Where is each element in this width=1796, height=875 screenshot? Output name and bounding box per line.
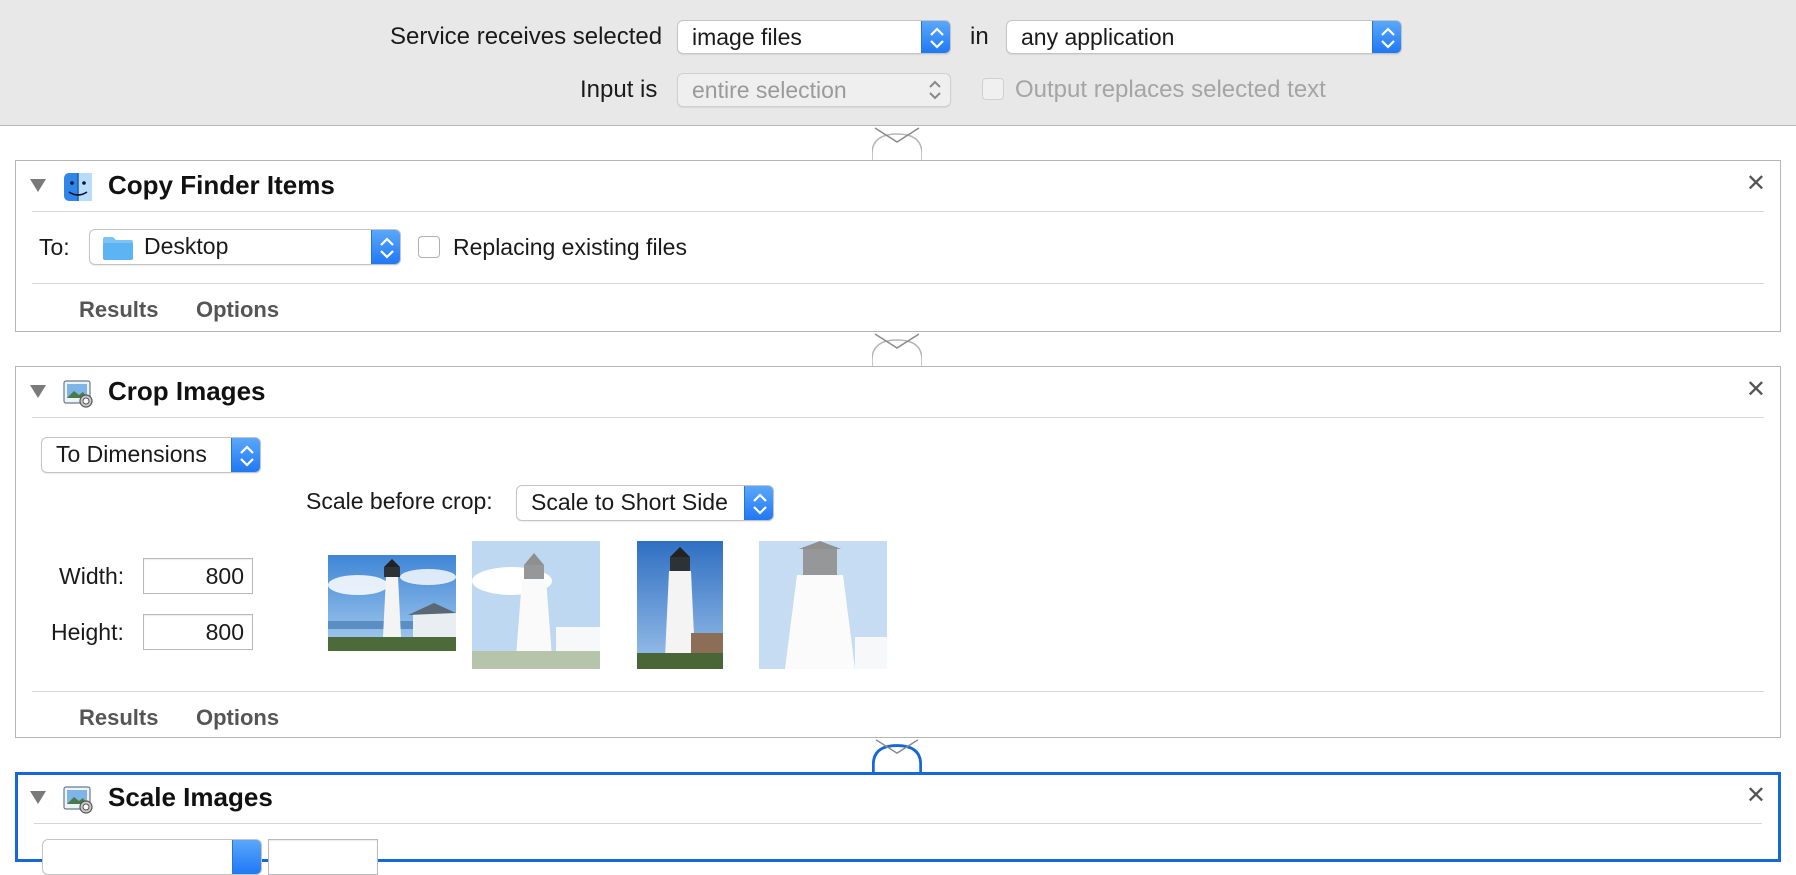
width-field[interactable]: 800	[143, 558, 253, 594]
in-label: in	[970, 23, 989, 50]
crop-preview-thumbnail	[759, 541, 887, 669]
divider	[32, 417, 1764, 418]
application-popup[interactable]: any application	[1006, 20, 1402, 54]
action-title: Copy Finder Items	[108, 170, 335, 200]
action-connector	[872, 739, 922, 774]
service-input-type-value: image files	[692, 24, 802, 50]
action-copy-finder-items[interactable]: Copy Finder Items ✕ To: Desktop Replacin…	[15, 160, 1781, 332]
tab-options[interactable]: Options	[196, 297, 279, 323]
divider	[32, 691, 1764, 692]
tab-options[interactable]: Options	[196, 705, 279, 731]
divider	[32, 283, 1764, 284]
tab-results[interactable]: Results	[79, 297, 158, 323]
crop-preview-thumbnail	[637, 541, 723, 669]
close-icon[interactable]: ✕	[1746, 171, 1766, 197]
input-is-label: Input is	[580, 76, 658, 103]
action-crop-images[interactable]: Crop Images ✕ To Dimensions Scale before…	[15, 366, 1781, 738]
popup-arrows-icon	[1372, 21, 1401, 53]
crop-mode-popup[interactable]: To Dimensions	[41, 437, 261, 473]
input-is-value: entire selection	[692, 77, 847, 103]
service-input-type-popup[interactable]: image files	[677, 20, 951, 54]
output-replaces-checkbox	[982, 78, 1004, 100]
action-connector	[872, 333, 922, 368]
popup-arrows-icon	[744, 486, 773, 520]
divider	[34, 823, 1762, 824]
destination-popup[interactable]: Desktop	[89, 229, 401, 265]
crop-mode-value: To Dimensions	[56, 441, 207, 467]
close-icon[interactable]: ✕	[1746, 377, 1766, 403]
application-value: any application	[1021, 24, 1175, 50]
service-receives-label: Service receives selected	[390, 23, 663, 50]
scale-before-crop-label: Scale before crop:	[306, 488, 493, 514]
replacing-existing-label: Replacing existing files	[453, 234, 687, 260]
preview-icon	[62, 783, 94, 815]
popup-arrows-icon	[232, 840, 261, 874]
folder-icon	[102, 235, 134, 264]
action-header: Crop Images ✕	[16, 367, 1780, 417]
action-connector	[872, 127, 922, 162]
scale-before-crop-value: Scale to Short Side	[531, 489, 728, 515]
crop-preview-thumbnail	[472, 541, 600, 669]
popup-arrows-icon	[231, 438, 260, 472]
tab-results[interactable]: Results	[79, 705, 158, 731]
finder-icon	[62, 171, 94, 203]
action-scale-images[interactable]: Scale Images ✕	[15, 772, 1781, 875]
destination-value: Desktop	[144, 233, 229, 259]
action-title: Crop Images	[108, 376, 266, 406]
scale-mode-popup[interactable]	[42, 839, 262, 875]
scale-value-field[interactable]	[268, 839, 378, 875]
action-header: Scale Images ✕	[18, 773, 1778, 823]
disclosure-triangle-icon[interactable]	[30, 179, 46, 192]
close-icon[interactable]: ✕	[1746, 783, 1766, 809]
replacing-existing-checkbox[interactable]	[418, 236, 440, 258]
action-header: Copy Finder Items ✕	[16, 161, 1780, 211]
disclosure-triangle-icon[interactable]	[30, 791, 46, 804]
crop-preview-thumbnail	[328, 555, 456, 651]
divider	[32, 211, 1764, 212]
preview-icon	[62, 377, 94, 409]
width-label: Width:	[59, 563, 125, 589]
disclosure-triangle-icon[interactable]	[30, 385, 46, 398]
action-title: Scale Images	[108, 782, 273, 812]
popup-arrows-icon	[921, 21, 950, 53]
height-label: Height:	[51, 619, 124, 645]
input-is-popup: entire selection	[677, 73, 951, 107]
service-header: Service receives selected image files in…	[0, 0, 1796, 126]
output-replaces-label: Output replaces selected text	[1015, 76, 1326, 103]
to-label: To:	[39, 234, 70, 260]
scale-before-crop-popup[interactable]: Scale to Short Side	[516, 485, 774, 521]
popup-arrows-icon	[371, 230, 400, 264]
height-field[interactable]: 800	[143, 614, 253, 650]
popup-arrows-icon	[920, 74, 950, 106]
